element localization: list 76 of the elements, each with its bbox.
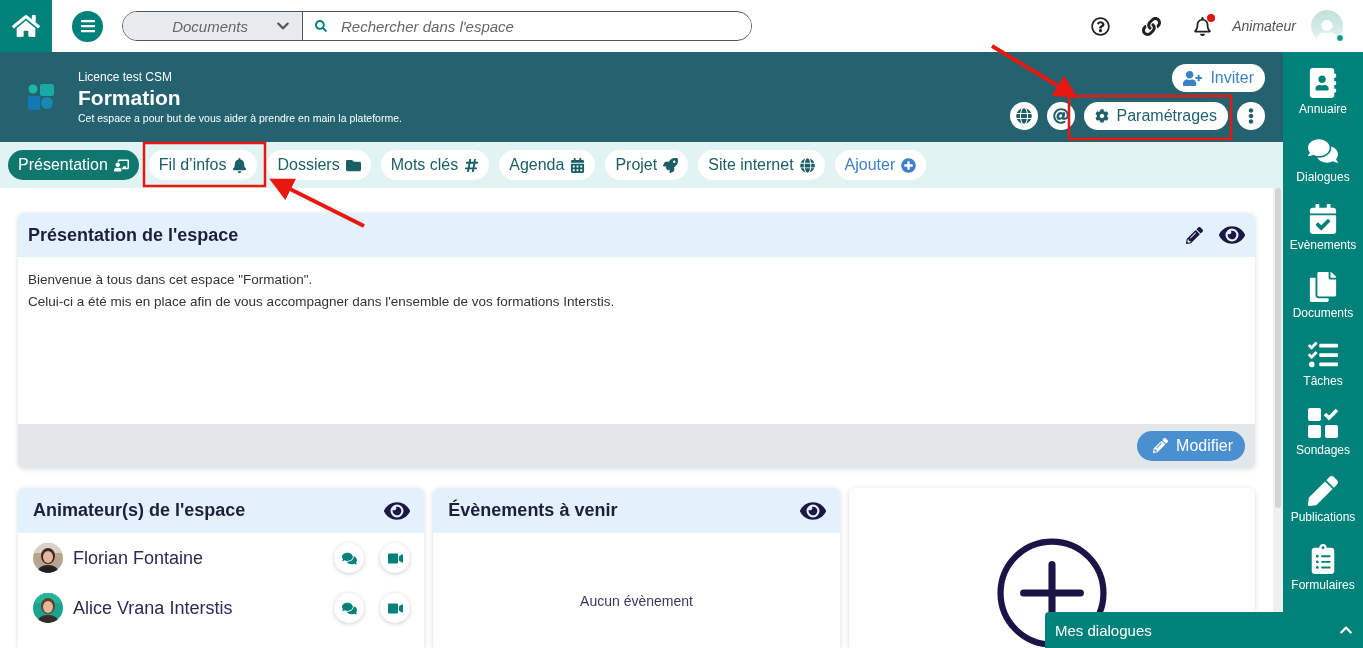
tab[interactable]: Ajouter [834,150,927,180]
plus-icon [901,157,917,173]
license-label: Licence test CSM [78,70,174,84]
notifications-button[interactable] [1193,16,1213,36]
tab[interactable]: Site internet [698,150,825,180]
settings-icon [1094,109,1109,123]
user-plus-icon [1183,68,1203,88]
paragraph: Celui-ci a été mis en place afin de vous accompagner dans l'ensemble de vos formations Interstis. [28,293,616,312]
more-button[interactable] [1237,102,1265,130]
documents-icon [1308,272,1338,302]
scrollbar-thumb[interactable] [1275,188,1281,508]
chat-bubbles-icon [341,600,357,616]
home-button[interactable] [0,0,52,52]
space-description: Cet espace a pour but de vous aider à prendre en main la plateforme. [78,112,402,124]
rocket-icon [663,157,679,173]
chat-button[interactable] [334,593,365,623]
space-logo [28,84,54,110]
video-call-button[interactable] [380,543,411,573]
link-button[interactable] [1142,16,1162,36]
menu-icon [79,18,96,34]
member-name[interactable]: Alice Vrana Interstis [73,597,319,619]
card-title: Animateur(s) de l'espace [33,500,247,521]
chat-button[interactable] [334,543,365,573]
chat-bubbles-icon [1308,136,1338,166]
space-title: Formation [78,86,182,110]
chat-bubbles-icon [341,550,357,566]
user-role: Animateur [1232,18,1296,34]
help-button[interactable] [1091,16,1111,36]
globe-button[interactable] [1009,102,1038,130]
tab[interactable]: Présentation [8,150,139,180]
member-name[interactable]: Florian Fontaine [73,547,319,569]
globe-icon [799,157,815,173]
tab[interactable]: Agenda [499,150,596,180]
pencil-icon [1308,476,1338,506]
pencil-icon [1153,438,1169,454]
bell-icon [232,157,248,173]
presentation-icon [113,157,129,173]
hashtag-icon [464,157,480,173]
checklist-icon [1308,340,1338,370]
video-call-button[interactable] [380,593,411,623]
sidebar-item[interactable]: Evènements [1283,194,1363,262]
mention-button[interactable] [1046,102,1075,130]
help-icon [1091,16,1111,36]
contact-book-icon [1308,68,1338,98]
sidebar-item[interactable]: Documents [1283,262,1363,330]
grid-check-icon [1307,407,1339,439]
globe-icon [1015,108,1032,124]
menu-button[interactable] [72,10,103,42]
user-avatar[interactable] [1311,10,1343,42]
sidebar-item[interactable]: Annuaire [1283,58,1363,126]
calendar-check-icon [1308,204,1338,234]
at-sign-icon [1052,108,1069,124]
tab[interactable]: Dossiers [267,150,371,180]
sidebar-item[interactable]: Tâches [1283,330,1363,398]
card-title: Présentation de l'espace [28,224,240,246]
sidebar-item[interactable]: Formulaires [1283,534,1363,602]
modify-button[interactable]: Modifier [1137,430,1245,461]
tab[interactable]: Mots clés [380,150,490,180]
edit-button[interactable] [1186,226,1203,244]
tab[interactable]: Projet [605,150,689,180]
card-title: Évènements à venir [448,500,619,521]
settings-button[interactable]: Paramétrages [1083,102,1228,130]
paragraph: Bienvenue à tous dans cet espace "Formation". [28,271,314,290]
empty-message: Aucun évènement [580,592,693,609]
sidebar-item[interactable]: Dialogues [1283,126,1363,194]
pencil-icon [1186,226,1203,244]
folder-icon [345,157,361,173]
invite-button[interactable]: Inviter [1172,64,1265,92]
user-silhouette-icon [1316,20,1338,42]
tab[interactable]: Fil d’infos [148,150,258,180]
calendar-icon [570,157,586,173]
home-icon [12,12,40,40]
sidebar-item[interactable]: Sondages [1283,398,1363,466]
online-dot [1336,34,1344,42]
sidebar-item[interactable]: Publications [1283,466,1363,534]
link-icon [1142,16,1162,36]
